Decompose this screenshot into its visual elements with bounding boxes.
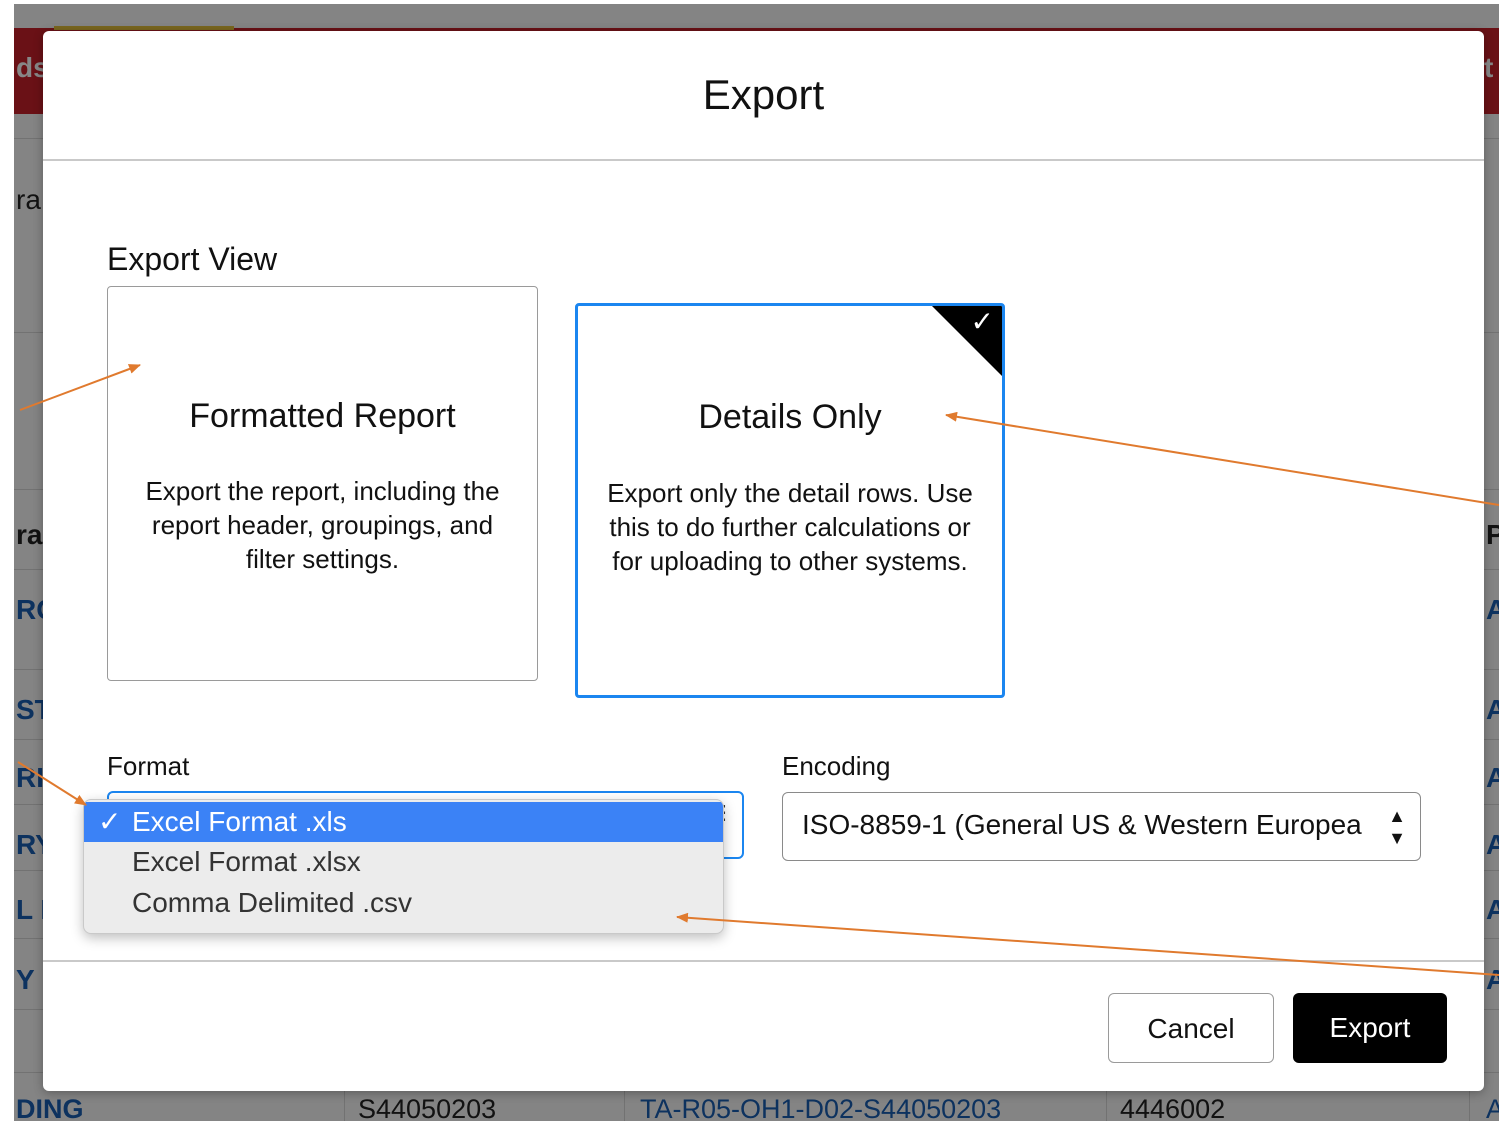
option-label: Comma Delimited .csv [132,887,413,918]
dialog-title: Export [702,71,825,118]
screenshot-border [0,0,1499,4]
dialog-footer-divider [43,960,1484,962]
chevron-up-down-icon: ▲ ▼ [1388,806,1406,848]
export-view-label: Export View [107,241,278,277]
check-icon: ✓ [970,306,994,337]
encoding-label: Encoding [782,751,891,781]
format-label: Format [107,751,190,781]
export-button[interactable]: Export [1293,993,1447,1063]
check-icon: ✓ [98,806,122,837]
details-only-card[interactable]: ✓ Details Only Export only the detail ro… [575,303,1005,698]
formatted-report-card[interactable]: Formatted Report Export the report, incl… [107,286,538,681]
card-title: Details Only [698,398,882,436]
format-options-menu: ✓ Excel Format .xls Excel Format .xlsx C… [83,799,724,934]
format-option-xlsx[interactable]: Excel Format .xlsx [84,842,723,882]
format-option-csv[interactable]: Comma Delimited .csv [84,883,723,923]
encoding-select[interactable]: ISO-8859-1 (General US & Western Europea… [782,792,1421,861]
option-label: Excel Format .xlsx [132,846,361,877]
card-description: Export the report, including the report … [145,476,500,574]
option-label: Excel Format .xls [132,806,347,837]
card-title: Formatted Report [189,397,456,435]
cancel-button[interactable]: Cancel [1108,993,1274,1063]
export-dialog: Export Export View Formatted Report Expo… [43,31,1484,1091]
card-description: Export only the detail rows. Use this to… [607,478,973,576]
dialog-header: Export [43,31,1484,161]
encoding-value: ISO-8859-1 (General US & Western Europea [802,809,1362,840]
screenshot-border [0,0,14,1121]
format-option-xls[interactable]: ✓ Excel Format .xls [84,802,723,842]
